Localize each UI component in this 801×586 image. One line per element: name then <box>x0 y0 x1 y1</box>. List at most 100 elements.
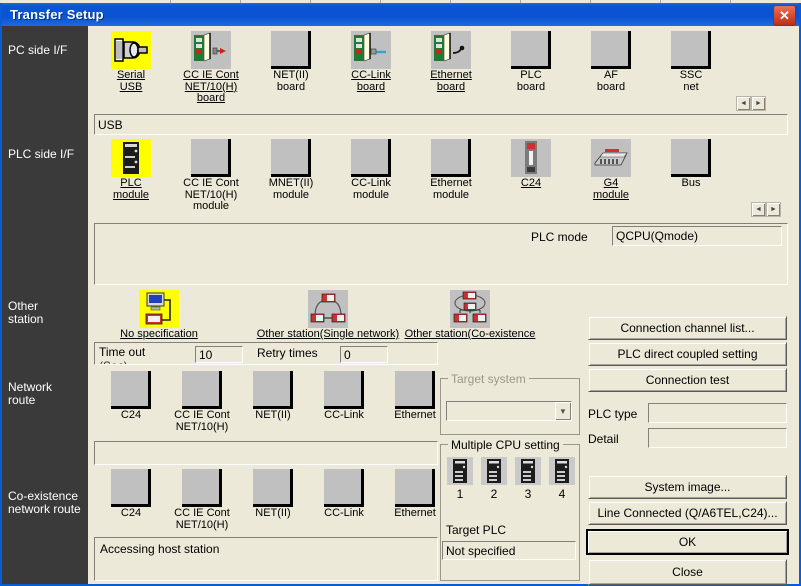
plc-if-ethernet-module-label: Ethernet module <box>430 177 472 201</box>
net2-coex-icon <box>253 469 293 507</box>
coex-route-c24[interactable]: C24 <box>94 469 168 520</box>
network-route-cclink[interactable]: CC-Link <box>307 371 381 422</box>
network-route-net2[interactable]: NET(II) <box>236 371 310 422</box>
network-route-ccie-cont[interactable]: CC IE Cont NET/10(H) <box>165 371 239 433</box>
g4-module-icon <box>591 139 631 177</box>
timeout-retry-panel: Time out (Sec) 10 Retry times 0 <box>94 342 438 365</box>
cpu-slot-4[interactable]: 4 <box>547 457 577 501</box>
ethernet-board-icon <box>431 31 471 69</box>
plc-if-scroll-spinner[interactable]: ◄ ► <box>751 202 781 217</box>
coex-route-ccie-cont-label: CC IE Cont NET/10(H) <box>174 507 230 531</box>
ssc-net-icon <box>671 31 711 69</box>
sidebar-item-pc-side-if: PC side I/F <box>8 43 68 57</box>
plc-if-cclink-module[interactable]: CC-Link module <box>334 139 408 201</box>
plc-type-value <box>648 403 787 423</box>
scroll-right-icon[interactable]: ► <box>766 202 781 217</box>
coex-route-status-text: Accessing host station <box>100 542 220 556</box>
cpu-slot-2[interactable]: 2 <box>479 457 509 501</box>
c24-module-icon <box>511 139 551 177</box>
c24-route-icon <box>111 371 151 409</box>
cpu-slot-3-label: 3 <box>524 487 532 501</box>
timeout-label-unit: (Sec) <box>99 359 128 364</box>
title-bar: Transfer Setup ✕ <box>2 3 799 26</box>
single-network-icon <box>308 290 348 328</box>
chevron-down-icon[interactable]: ▼ <box>555 402 571 420</box>
pc-if-ccie-cont-board[interactable]: CC IE Cont NET/10(H) board <box>174 31 248 105</box>
plc-if-c24-label: C24 <box>520 177 542 189</box>
cclink-route-icon <box>324 371 364 409</box>
pc-if-af-board-label: AF board <box>596 69 626 93</box>
plc-if-plc-module[interactable]: PLC module <box>94 139 168 201</box>
retry-times-input[interactable]: 0 <box>340 346 388 363</box>
timeout-label: Time out <box>99 345 146 359</box>
pc-if-ccie-cont-board-label: CC IE Cont NET/10(H) board <box>183 69 239 104</box>
system-image-button[interactable]: System image... <box>588 475 787 499</box>
network-route-status-field <box>94 441 438 465</box>
network-route-c24[interactable]: C24 <box>94 371 168 422</box>
cc-ie-cont-route-icon <box>182 371 222 409</box>
cclink-coex-icon <box>324 469 364 507</box>
plc-if-ccie-cont-module-label: CC IE Cont NET/10(H) module <box>183 177 239 212</box>
af-board-icon <box>591 31 631 69</box>
pc-if-cclink-board[interactable]: CC-Link board <box>334 31 408 93</box>
transfer-setup-dialog: Transfer Setup ✕ PC side I/F PLC side I/… <box>0 3 801 586</box>
pc-if-af-board[interactable]: AF board <box>574 31 648 93</box>
plc-if-bus[interactable]: Bus <box>654 139 728 190</box>
pc-if-serial-usb[interactable]: Serial USB <box>94 31 168 93</box>
plc-if-g4-module[interactable]: G4 module <box>574 139 648 201</box>
plc-if-mnet2-module[interactable]: MNET(II) module <box>254 139 328 201</box>
target-system-combo[interactable]: ▼ <box>446 401 572 421</box>
pc-if-ssc-net[interactable]: SSC net <box>654 31 728 93</box>
coex-route-cclink[interactable]: CC-Link <box>307 469 381 520</box>
timeout-input[interactable]: 10 <box>195 346 243 363</box>
cpu-slot-3[interactable]: 3 <box>513 457 543 501</box>
line-connected-button[interactable]: Line Connected (Q/A6TEL,C24)... <box>588 501 787 525</box>
target-plc-label: Target PLC <box>446 523 507 537</box>
plc-if-plc-module-label: PLC module <box>112 177 150 201</box>
co-existence-icon <box>450 290 490 328</box>
ok-button[interactable]: OK <box>586 529 789 555</box>
close-icon[interactable]: ✕ <box>773 5 796 26</box>
pc-if-ethernet-board[interactable]: Ethernet board <box>414 31 488 93</box>
pc-if-ethernet-board-label: Ethernet board <box>430 69 472 93</box>
close-button[interactable]: Close <box>588 559 787 585</box>
page-title: Transfer Setup <box>10 7 104 22</box>
connection-channel-list-button[interactable]: Connection channel list... <box>588 316 787 340</box>
pc-if-net2-board-label: NET(II) board <box>273 69 309 93</box>
plc-if-c24[interactable]: C24 <box>494 139 568 190</box>
cc-ie-cont-coex-icon <box>182 469 222 507</box>
target-system-combo-value <box>447 402 451 420</box>
scroll-right-icon[interactable]: ► <box>751 96 766 111</box>
pc-if-plc-board[interactable]: PLC board <box>494 31 568 93</box>
connection-test-button[interactable]: Connection test <box>588 368 787 392</box>
network-route-ccie-cont-label: CC IE Cont NET/10(H) <box>174 409 230 433</box>
plc-if-ccie-cont-module[interactable]: CC IE Cont NET/10(H) module <box>174 139 248 213</box>
cc-ie-cont-board-icon <box>191 31 231 69</box>
coex-route-cclink-label: CC-Link <box>324 507 364 519</box>
plc-if-mnet2-module-label: MNET(II) module <box>268 177 314 201</box>
network-route-cclink-label: CC-Link <box>324 409 364 421</box>
plc-mode-label: PLC mode <box>531 230 588 244</box>
coex-route-c24-label: C24 <box>120 507 142 519</box>
other-station-co-existence[interactable]: Other station(Co-existence <box>370 290 570 341</box>
coex-route-ccie-cont[interactable]: CC IE Cont NET/10(H) <box>165 469 239 531</box>
plc-direct-coupled-setting-button[interactable]: PLC direct coupled setting <box>588 342 787 366</box>
plc-if-bus-label: Bus <box>681 177 701 189</box>
plc-if-ethernet-module[interactable]: Ethernet module <box>414 139 488 201</box>
cclink-module-icon <box>351 139 391 177</box>
ethernet-coex-icon <box>395 469 435 507</box>
target-system-group-title: Target system <box>448 372 529 386</box>
cpu-slot-4-label: 4 <box>558 487 566 501</box>
pc-if-scroll-spinner[interactable]: ◄ ► <box>736 96 766 111</box>
other-station-no-specification[interactable]: No specification <box>94 290 224 341</box>
coex-route-net2[interactable]: NET(II) <box>236 469 310 520</box>
scroll-left-icon[interactable]: ◄ <box>751 202 766 217</box>
scroll-left-icon[interactable]: ◄ <box>736 96 751 111</box>
cpu-slot-1-label: 1 <box>456 487 464 501</box>
cpu-slot-2-label: 2 <box>490 487 498 501</box>
pc-if-net2-board[interactable]: NET(II) board <box>254 31 328 93</box>
cpu-unit-icon <box>447 457 473 485</box>
multiple-cpu-group-title: Multiple CPU setting <box>448 438 563 452</box>
cpu-slot-1[interactable]: 1 <box>445 457 475 501</box>
screen-root: Transfer Setup ✕ PC side I/F PLC side I/… <box>0 0 801 586</box>
